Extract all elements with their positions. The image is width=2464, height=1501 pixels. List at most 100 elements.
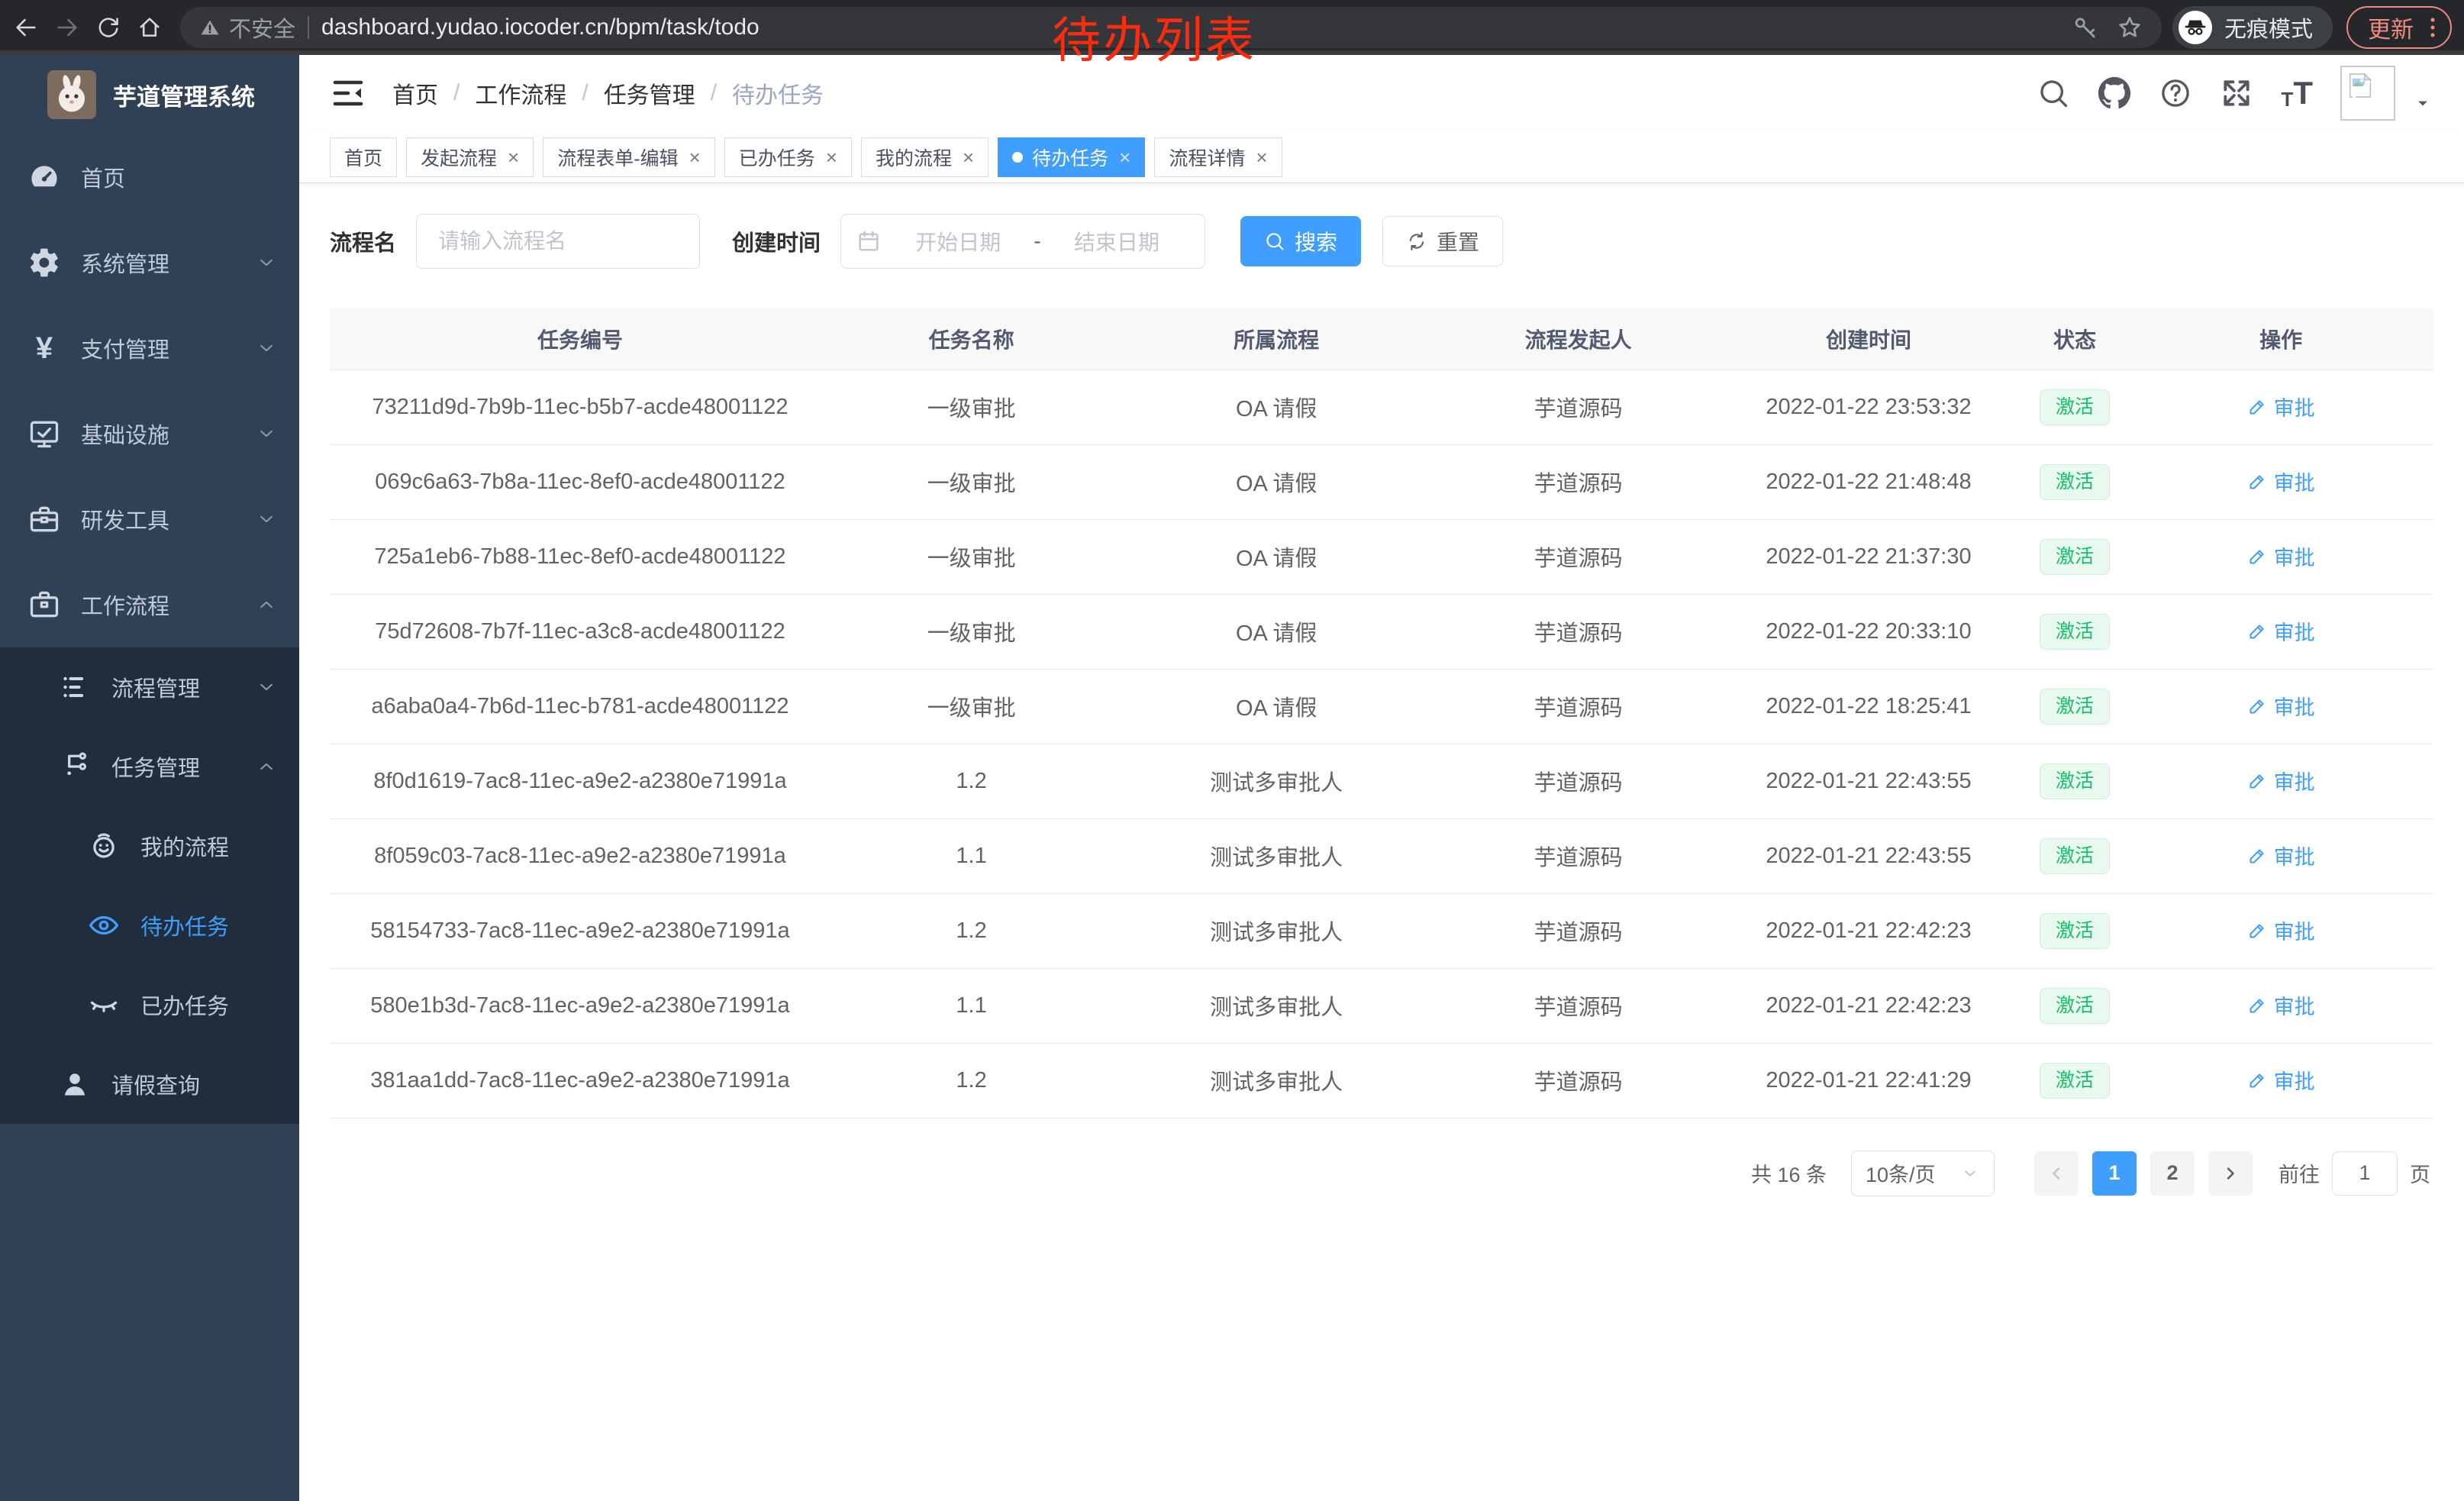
github-icon[interactable] <box>2098 76 2131 110</box>
sidebar-item-5[interactable]: 工作流程 <box>0 562 299 647</box>
tab-2[interactable]: 流程表单-编辑× <box>543 137 715 177</box>
approve-link[interactable]: 审批 <box>2247 766 2315 796</box>
tab-close-icon[interactable]: × <box>689 147 701 167</box>
cell-name: 一级审批 <box>830 594 1112 669</box>
status-badge: 激活 <box>2040 689 2110 725</box>
sidebar-item-9[interactable]: 待办任务 <box>0 886 299 965</box>
cell-starter: 芋道源码 <box>1440 370 1716 444</box>
column-header-6: 操作 <box>2128 308 2433 370</box>
pen-icon <box>2247 396 2268 417</box>
sidebar-item-11[interactable]: 请假查询 <box>0 1044 299 1124</box>
approve-link-label: 审批 <box>2274 616 2315 646</box>
process-name-label: 流程名 <box>330 225 396 257</box>
tab-0[interactable]: 首页 <box>330 137 397 177</box>
cell-id: 8f059c03-7ac8-11ec-a9e2-a2380e71991a <box>330 818 830 893</box>
todo-table: 任务编号任务名称所属流程流程发起人创建时间状态操作 73211d9d-7b9b-… <box>330 308 2433 1118</box>
browser-reload-button[interactable] <box>90 9 127 46</box>
table-row: 069c6a63-7b8a-11ec-8ef0-acde48001122一级审批… <box>330 444 2433 519</box>
monitor-icon <box>27 417 61 450</box>
tab-close-icon[interactable]: × <box>963 147 974 167</box>
cell-id: 069c6a63-7b8a-11ec-8ef0-acde48001122 <box>330 444 830 519</box>
help-icon[interactable] <box>2159 76 2192 110</box>
tab-close-icon[interactable]: × <box>508 147 519 167</box>
tab-close-icon[interactable]: × <box>1119 147 1130 167</box>
browser-menu-dots-icon[interactable] <box>2420 15 2446 40</box>
tab-close-icon[interactable]: × <box>826 147 837 167</box>
briefcase-icon <box>27 588 61 621</box>
avatar[interactable] <box>2340 66 2395 121</box>
tab-1[interactable]: 发起流程× <box>406 137 534 177</box>
sidebar-item-2[interactable]: ¥支付管理 <box>0 305 299 391</box>
breadcrumb-item-0[interactable]: 首页 <box>392 76 438 110</box>
sidebar-item-label: 请假查询 <box>111 1068 278 1100</box>
cell-id: 75d72608-7b7f-11ec-a3c8-acde48001122 <box>330 594 830 669</box>
browser-back-button[interactable] <box>8 9 44 46</box>
pagination-goto: 前往 页 <box>2279 1151 2430 1196</box>
cell-name: 1.2 <box>830 893 1112 968</box>
app-logo[interactable]: 芋道管理系统 <box>0 55 299 134</box>
sidebar-item-10[interactable]: 已办任务 <box>0 965 299 1044</box>
process-name-input[interactable] <box>416 214 700 269</box>
cell-process: OA 请假 <box>1112 594 1440 669</box>
page-button-1[interactable]: 1 <box>2092 1151 2137 1196</box>
sidebar-item-label: 研发工具 <box>81 503 255 535</box>
approve-link[interactable]: 审批 <box>2247 990 2315 1020</box>
annotation-overlay: 待办列表 <box>1052 2 1256 72</box>
avatar-caret-down-icon[interactable] <box>2412 92 2433 114</box>
sidebar-item-7[interactable]: 任务管理 <box>0 727 299 806</box>
page-button-2[interactable]: 2 <box>2150 1151 2195 1196</box>
cell-starter: 芋道源码 <box>1440 893 1716 968</box>
cell-starter: 芋道源码 <box>1440 519 1716 594</box>
tab-close-icon[interactable]: × <box>1256 147 1267 167</box>
tab-label: 已办任务 <box>739 144 815 171</box>
approve-link[interactable]: 审批 <box>2247 691 2315 721</box>
approve-link[interactable]: 审批 <box>2247 915 2315 945</box>
tree-icon <box>58 750 92 783</box>
approve-link[interactable]: 审批 <box>2247 841 2315 870</box>
fullscreen-icon[interactable] <box>2220 76 2253 110</box>
tab-3[interactable]: 已办任务 × <box>724 137 852 177</box>
eye-icon <box>87 909 121 942</box>
browser-home-button[interactable] <box>131 9 168 46</box>
breadcrumb-item-2[interactable]: 任务管理 <box>604 76 695 110</box>
status-badge: 激活 <box>2040 614 2110 650</box>
pen-icon <box>2247 1070 2268 1090</box>
sidebar-item-3[interactable]: 基础设施 <box>0 391 299 476</box>
breadcrumb-item-1[interactable]: 工作流程 <box>475 76 566 110</box>
key-icon[interactable] <box>2072 14 2099 41</box>
approve-link[interactable]: 审批 <box>2247 466 2315 496</box>
browser-forward-button[interactable] <box>49 9 85 46</box>
pen-icon <box>2247 995 2268 1015</box>
sidebar-item-1[interactable]: 系统管理 <box>0 220 299 305</box>
list-icon <box>58 670 92 704</box>
approve-link[interactable]: 审批 <box>2247 541 2315 571</box>
status-badge: 激活 <box>2040 389 2110 425</box>
tab-5[interactable]: 待办任务× <box>998 137 1145 177</box>
font-size-icon[interactable]: TT <box>2281 77 2313 109</box>
prev-page-button[interactable] <box>2034 1151 2079 1196</box>
cell-process: OA 请假 <box>1112 669 1440 744</box>
reset-button[interactable]: 重置 <box>1382 216 1503 266</box>
browser-update-button[interactable]: 更新 <box>2346 6 2452 49</box>
search-icon[interactable] <box>2037 76 2070 110</box>
create-time-range-picker[interactable]: 开始日期 - 结束日期 <box>840 214 1205 269</box>
sidebar-collapse-icon[interactable] <box>330 75 366 111</box>
page-size-select[interactable]: 10条/页 <box>1851 1151 1995 1196</box>
sidebar-item-0[interactable]: 首页 <box>0 134 299 220</box>
goto-page-input[interactable] <box>2332 1151 2398 1196</box>
tab-6[interactable]: 流程详情× <box>1154 137 1282 177</box>
bookmark-star-icon[interactable] <box>2116 14 2143 41</box>
sidebar-item-4[interactable]: 研发工具 <box>0 476 299 562</box>
next-page-button[interactable] <box>2208 1151 2253 1196</box>
column-header-5: 状态 <box>2021 308 2129 370</box>
table-row: 8f059c03-7ac8-11ec-a9e2-a2380e71991a1.1测… <box>330 818 2433 893</box>
sidebar-item-6[interactable]: 流程管理 <box>0 647 299 727</box>
approve-link[interactable]: 审批 <box>2247 392 2315 421</box>
sidebar-item-8[interactable]: 我的流程 <box>0 806 299 886</box>
cell-id: 73211d9d-7b9b-11ec-b5b7-acde48001122 <box>330 370 830 444</box>
tab-4[interactable]: 我的流程× <box>861 137 989 177</box>
approve-link[interactable]: 审批 <box>2247 616 2315 646</box>
update-label: 更新 <box>2368 11 2414 44</box>
search-button[interactable]: 搜索 <box>1240 216 1361 266</box>
approve-link[interactable]: 审批 <box>2247 1065 2315 1095</box>
